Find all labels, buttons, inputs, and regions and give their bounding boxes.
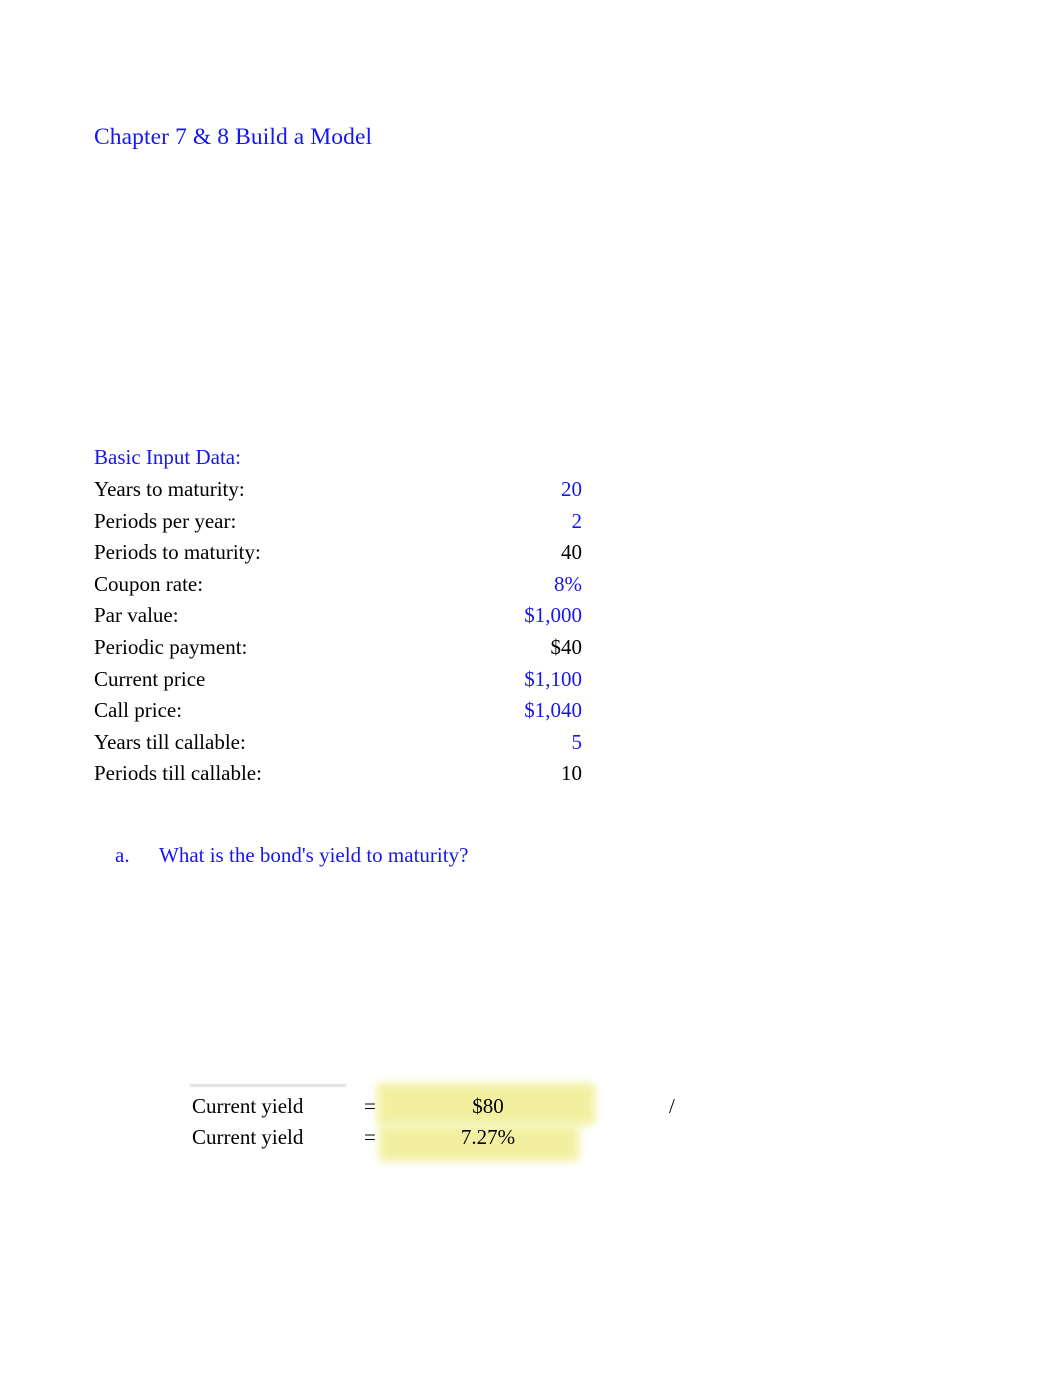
horizontal-rule [190,1084,346,1087]
table-row: Current price $1,100 [94,667,582,699]
table-row: Coupon rate: 8% [94,572,582,604]
row-value[interactable]: 40 [561,540,582,565]
question-a: a. What is the bond's yield to maturity? [94,824,468,887]
row-value[interactable]: 7.27% [395,1125,581,1150]
row-value[interactable]: $1,000 [524,603,582,628]
row-value[interactable]: 2 [572,509,583,534]
table-row: Periods till callable: 10 [94,761,582,793]
spreadsheet-page: Chapter 7 & 8 Build a Model Basic Input … [0,0,1062,1377]
row-label: Years till callable: [94,729,246,754]
table-row: Periods to maturity: 40 [94,540,582,572]
equals-sign: = [364,1094,376,1118]
row-label: Periods per year: [94,508,237,533]
equals-sign: = [364,1125,376,1149]
table-row: Current yield = 7.27% [0,1125,1062,1157]
page-title: Chapter 7 & 8 Build a Model [94,124,373,150]
table-row: Years to maturity: 20 [94,477,582,509]
basic-input-data-header: Basic Input Data: [94,445,241,469]
row-value[interactable]: 10 [561,761,582,786]
row-label: Par value: [94,603,179,628]
current-yield-block: Current yield = $80 / Current yield = 7.… [0,1082,1062,1172]
row-value[interactable]: $1,040 [524,698,582,723]
table-row: Periods per year: 2 [94,509,582,541]
row-value[interactable]: 20 [561,477,582,502]
table-row: Par value: $1,000 [94,603,582,635]
row-value[interactable]: $40 [551,635,583,660]
table-row: Years till callable: 5 [94,730,582,762]
row-label: Coupon rate: [94,571,204,596]
row-label: Current price [94,666,206,691]
division-operator: / [669,1094,675,1118]
row-label: Call price: [94,698,183,723]
row-value[interactable]: $80 [395,1094,581,1119]
row-value[interactable]: 8% [554,572,582,597]
row-label: Periods till callable: [94,761,262,786]
row-label: Years to maturity: [94,477,245,501]
row-label: Current yield [192,1094,304,1118]
basic-input-data-table: Years to maturity: 20 Periods per year: … [94,477,582,793]
table-row: Call price: $1,040 [94,698,582,730]
row-label: Periodic payment: [94,634,248,659]
table-row: Periodic payment: $40 [94,635,582,667]
row-value[interactable]: 5 [572,730,583,755]
question-marker: a. [115,843,130,867]
table-row: Current yield = $80 / [0,1094,1062,1126]
row-label: Current yield [192,1125,304,1149]
row-label: Periods to maturity: [94,540,261,565]
row-value[interactable]: $1,100 [524,667,582,692]
question-text: What is the bond's yield to maturity? [159,843,469,867]
